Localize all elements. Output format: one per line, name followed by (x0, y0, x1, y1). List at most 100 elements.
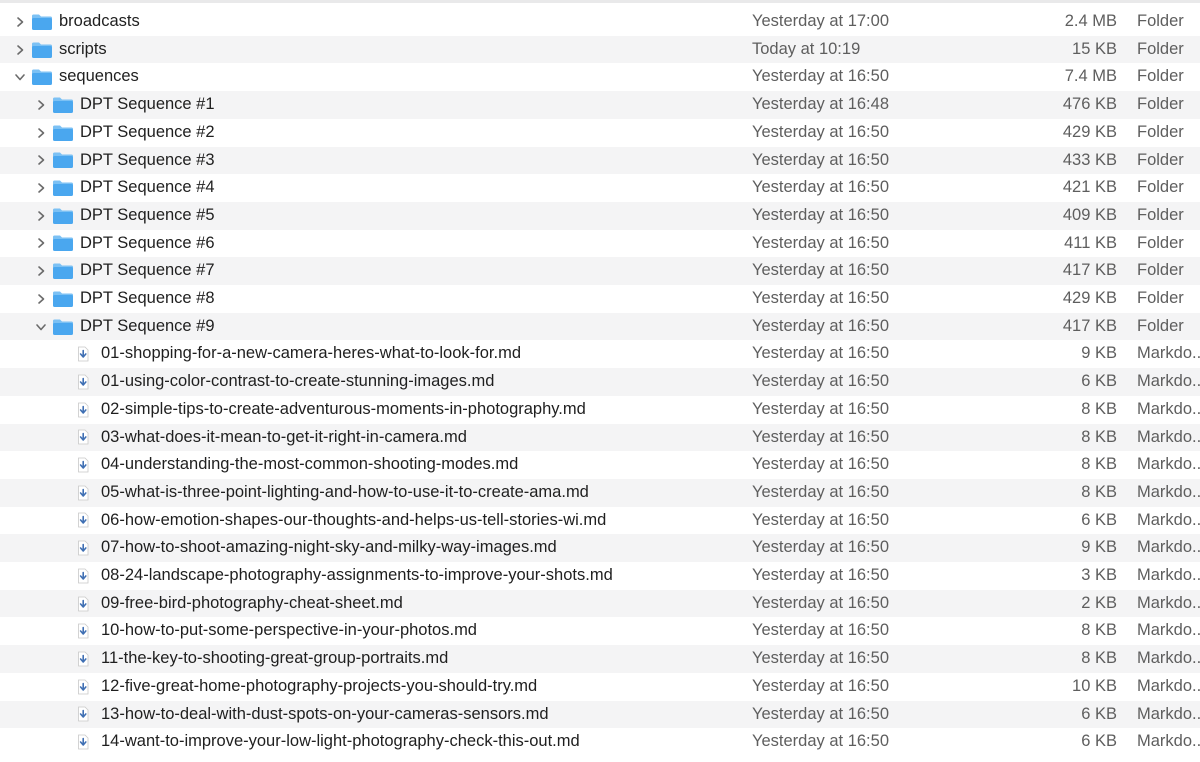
file-row[interactable]: 04-understanding-the-most-common-shootin… (0, 451, 1200, 479)
chevron-right-icon[interactable] (34, 257, 48, 285)
folder-row[interactable]: DPT Sequence #4 Yesterday at 16:50 421 KB F… (0, 174, 1200, 202)
folder-row[interactable]: DPT Sequence #8 Yesterday at 16:50 429 KB F… (0, 285, 1200, 313)
date-modified: Yesterday at 16:50 (752, 427, 889, 446)
file-row[interactable]: 07-how-to-shoot-amazing-night-sky-and-mi… (0, 534, 1200, 562)
item-size: 3 KB (1081, 566, 1117, 584)
item-size: 6 KB (1081, 372, 1117, 391)
folder-row[interactable]: sequences Yesterday at 16:50 7.4 MB Folder (0, 63, 1200, 91)
item-name: 09-free-bird-photography-cheat-sheet.md (101, 593, 403, 612)
item-kind: Markdo... (1137, 621, 1200, 640)
item-size: 2 KB (1081, 593, 1117, 612)
item-size: 6 KB (1081, 510, 1117, 529)
item-name: 01-using-color-contrast-to-create-stunni… (101, 372, 495, 391)
folder-row[interactable]: DPT Sequence #7 Yesterday at 16:50 417 KB F… (0, 257, 1200, 285)
markdown-file-icon (77, 673, 89, 701)
chevron-right-icon[interactable] (34, 119, 48, 147)
file-row[interactable]: 12-five-great-home-photography-projects-… (0, 673, 1200, 701)
item-size: 417 KB (1062, 261, 1117, 280)
folder-row[interactable]: broadcasts Yesterday at 17:00 2.4 MB Folder (0, 8, 1200, 36)
markdown-file-icon (77, 507, 89, 535)
folder-icon (52, 313, 74, 341)
chevron-right-icon[interactable] (34, 91, 48, 119)
item-kind: Markdo... (1137, 704, 1200, 723)
chevron-right-icon[interactable] (13, 36, 27, 64)
chevron-down-icon[interactable] (13, 63, 27, 91)
item-name: DPT Sequence #8 (80, 289, 215, 307)
item-name: DPT Sequence #1 (80, 95, 215, 114)
date-modified: Yesterday at 16:50 (752, 261, 889, 280)
item-name: 13-how-to-deal-with-dust-spots-on-your-c… (101, 704, 549, 723)
markdown-file-icon (77, 562, 89, 590)
file-row[interactable]: 11-the-key-to-shooting-great-group-portr… (0, 645, 1200, 673)
item-size: 409 KB (1062, 205, 1117, 224)
folder-row[interactable]: DPT Sequence #6 Yesterday at 16:50 411 KB F… (0, 230, 1200, 258)
item-size: 421 KB (1062, 178, 1117, 197)
date-modified: Yesterday at 16:50 (752, 621, 889, 640)
item-size: 7.4 MB (1064, 67, 1117, 86)
folder-row[interactable]: DPT Sequence #5 Yesterday at 16:50 409 KB F… (0, 201, 1200, 230)
item-size: 411 KB (1064, 233, 1117, 252)
item-name: 07-how-to-shoot-amazing-night-sky-and-mi… (101, 538, 557, 557)
item-kind: Folder (1137, 39, 1184, 58)
item-size: 15 KB (1072, 39, 1117, 58)
file-row[interactable]: 13-how-to-deal-with-dust-spots-on-your-c… (0, 700, 1200, 729)
item-size: 8 KB (1081, 649, 1117, 668)
item-name: 12-five-great-home-photography-projects-… (101, 676, 538, 695)
file-row[interactable]: 14-want-to-improve-your-low-light-photog… (0, 728, 1200, 756)
chevron-right-icon[interactable] (34, 230, 48, 258)
item-size: 8 KB (1081, 427, 1117, 446)
date-modified: Yesterday at 16:50 (752, 676, 889, 695)
chevron-right-icon[interactable] (34, 147, 48, 175)
chevron-right-icon[interactable] (34, 285, 48, 313)
folder-icon (52, 119, 74, 147)
item-name: sequences (59, 67, 139, 86)
item-kind: Markdo... (1137, 344, 1200, 363)
date-modified: Yesterday at 16:50 (752, 482, 889, 501)
item-kind: Markdo... (1137, 649, 1200, 668)
chevron-right-icon[interactable] (34, 174, 48, 202)
file-row[interactable]: 01-shopping-for-a-new-camera-heres-what-… (0, 340, 1200, 368)
file-row[interactable]: 09-free-bird-photography-cheat-sheet.md Y… (0, 589, 1200, 618)
date-modified: Yesterday at 16:48 (752, 95, 889, 114)
item-size: 6 KB (1081, 704, 1117, 723)
chevron-down-icon[interactable] (34, 313, 48, 341)
folder-icon (52, 91, 74, 119)
date-modified: Yesterday at 16:50 (752, 316, 889, 335)
item-kind: Folder (1137, 150, 1184, 169)
file-list[interactable]: broadcasts Yesterday at 17:00 2.4 MB Folder… (0, 0, 1200, 762)
item-name: broadcasts (59, 12, 140, 30)
item-kind: Folder (1137, 261, 1184, 280)
item-kind: Folder (1137, 316, 1184, 335)
chevron-right-icon[interactable] (13, 8, 27, 36)
folder-row[interactable]: scripts Today at 10:19 15 KB Folder (0, 35, 1200, 64)
file-row[interactable]: 01-using-color-contrast-to-create-stunni… (0, 368, 1200, 396)
item-kind: Markdo... (1137, 732, 1200, 751)
item-kind: Folder (1137, 95, 1184, 114)
item-kind: Markdo... (1137, 372, 1200, 391)
folder-row[interactable]: DPT Sequence #9 Yesterday at 16:50 417 KB F… (0, 312, 1200, 341)
item-kind: Folder (1137, 12, 1184, 30)
item-size: 9 KB (1081, 344, 1117, 363)
item-name: 02-simple-tips-to-create-adventurous-mom… (101, 399, 586, 418)
chevron-right-icon[interactable] (34, 202, 48, 230)
file-row[interactable]: 10-how-to-put-some-perspective-in-your-p… (0, 617, 1200, 645)
item-kind: Markdo... (1137, 427, 1200, 446)
markdown-file-icon (77, 617, 89, 645)
item-kind: Markdo... (1137, 482, 1200, 501)
file-row[interactable]: 08-24-landscape-photography-assignments-… (0, 562, 1200, 590)
file-row[interactable]: 02-simple-tips-to-create-adventurous-mom… (0, 396, 1200, 424)
folder-row[interactable]: DPT Sequence #2 Yesterday at 16:50 429 KB F… (0, 119, 1200, 147)
folder-row[interactable]: DPT Sequence #1 Yesterday at 16:48 476 KB F… (0, 91, 1200, 119)
file-row[interactable]: 03-what-does-it-mean-to-get-it-right-in-… (0, 423, 1200, 452)
folder-icon (52, 174, 74, 202)
markdown-file-icon (77, 340, 89, 368)
item-kind: Markdo... (1137, 566, 1200, 584)
item-name: scripts (59, 39, 107, 58)
folder-row[interactable]: DPT Sequence #3 Yesterday at 16:50 433 KB F… (0, 146, 1200, 175)
file-row[interactable]: 05-what-is-three-point-lighting-and-how-… (0, 478, 1200, 507)
date-modified: Yesterday at 16:50 (752, 649, 889, 668)
date-modified: Yesterday at 16:50 (752, 233, 889, 252)
file-row[interactable]: 06-how-emotion-shapes-our-thoughts-and-h… (0, 507, 1200, 535)
folder-icon (31, 63, 53, 91)
item-size: 8 KB (1081, 621, 1117, 640)
